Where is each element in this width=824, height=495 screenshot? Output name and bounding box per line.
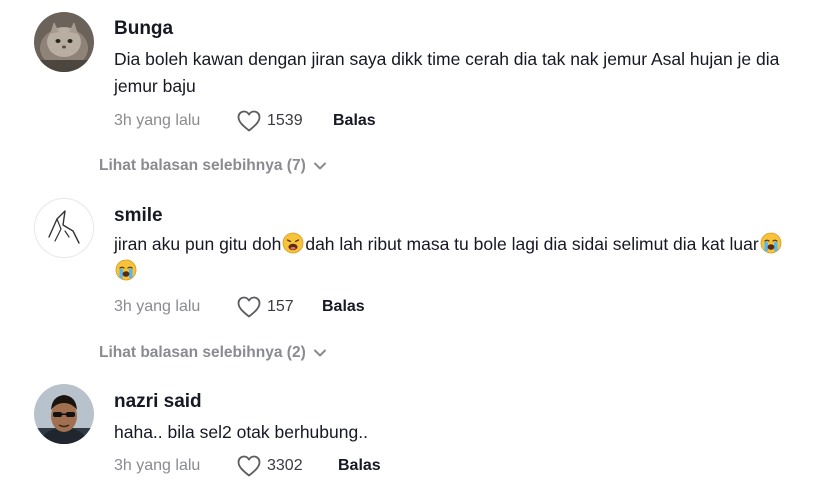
reply-button[interactable]: Balas	[333, 112, 376, 130]
like-count: 3302	[267, 457, 303, 474]
heart-outline-icon	[237, 455, 261, 477]
comment-text-part: dah lah ribut masa tu bole lagi dia sida…	[305, 234, 759, 254]
comment-text-part: jiran aku pun gitu doh	[114, 234, 282, 254]
avatar[interactable]	[34, 12, 94, 72]
loudly-crying-face-emoji-icon	[115, 259, 137, 281]
comment-timestamp: 3h yang lalu	[114, 298, 201, 315]
like-count: 157	[267, 298, 294, 315]
comment-timestamp: 3h yang lalu	[114, 457, 201, 474]
avatar[interactable]	[34, 384, 94, 444]
like-count: 1539	[267, 112, 303, 129]
like-button[interactable]: 3302	[237, 455, 303, 477]
comment-username[interactable]: nazri said	[114, 391, 202, 413]
comment-text: jiran aku pun gitu doh dah lah ribut masa…	[114, 231, 794, 285]
comment-text: haha.. bila sel2 otak berhubung..	[114, 422, 368, 442]
view-more-replies-button[interactable]: Lihat balasan selebihnya (2)	[99, 344, 326, 362]
weary-face-emoji-icon	[282, 232, 304, 254]
comment-timestamp: 3h yang lalu	[114, 112, 201, 129]
heart-outline-icon	[237, 110, 261, 132]
chevron-down-icon	[306, 162, 326, 170]
loudly-crying-face-emoji-icon	[760, 232, 782, 254]
heart-outline-icon	[237, 296, 261, 318]
chevron-down-icon	[306, 349, 326, 357]
like-button[interactable]: 157	[237, 296, 294, 318]
like-button[interactable]: 1539	[237, 110, 303, 132]
reply-button[interactable]: Balas	[338, 457, 381, 475]
comment-username[interactable]: Bunga	[114, 18, 173, 40]
view-more-label: Lihat balasan selebihnya (7)	[99, 157, 306, 174]
view-more-replies-button[interactable]: Lihat balasan selebihnya (7)	[99, 157, 326, 175]
avatar[interactable]	[34, 198, 94, 258]
comment-username[interactable]: smile	[114, 205, 163, 227]
comment-text: Dia boleh kawan dengan jiran saya dikk t…	[114, 49, 780, 96]
view-more-label: Lihat balasan selebihnya (2)	[99, 344, 306, 361]
reply-button[interactable]: Balas	[322, 298, 365, 316]
